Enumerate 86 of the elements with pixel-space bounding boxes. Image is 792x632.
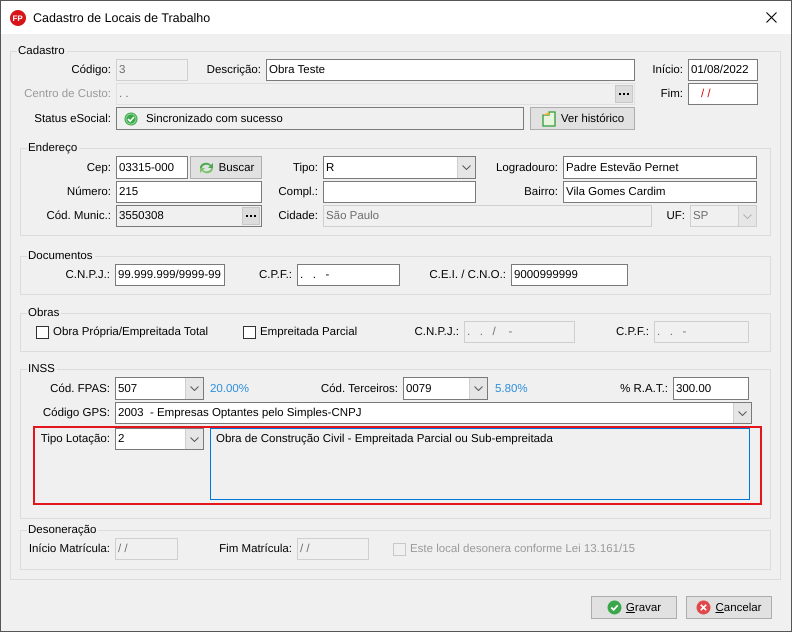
text-field[interactable]: . . - [654,321,749,343]
field-label: Cep: [86,160,112,176]
field-label: Cidade: [278,209,319,224]
field-label: Bairro: [524,185,559,200]
history-button[interactable]: Ver histórico [530,107,635,130]
text-field[interactable]: Obra Teste [266,59,635,81]
field-label: Centro de Custo: [24,87,112,102]
field-label: Logradouro: [496,160,559,176]
field-label: C.P.F.: [616,325,650,340]
group-title: INSS [27,362,56,376]
dropdown-field[interactable]: 2 [115,428,204,450]
field-label: Status eSocial: [34,112,112,126]
dropdown-field[interactable]: R [323,156,476,179]
field-label: Número: [66,185,112,200]
text-field[interactable]: / / [688,83,758,105]
text-field[interactable]: 215 [116,181,262,203]
rate-value: 5.80% [495,382,528,396]
document-icon [540,110,557,126]
text-field[interactable]: Vila Gomes Cardim [563,181,757,203]
field-label: C.P.F.: [258,268,293,283]
field-label: Compl.: [278,185,319,200]
chevron-icon [743,214,752,218]
checkbox-label: Obra Própria/Empreitada Total [53,326,208,338]
text-field[interactable]: Padre Estevão Pernet [563,156,757,179]
cancel-button[interactable]: Cancelar [686,596,772,619]
field-label: C.N.P.J.: [414,325,460,340]
field-label: Tipo Lotação: [40,432,111,447]
dropdown-field[interactable]: 2003 - Empresas Optantes pelo Simples-CNPJ [115,402,752,424]
ellipsis-button[interactable] [242,207,260,225]
search-button[interactable]: Buscar [190,156,262,179]
rate-value: 20.00% [210,382,250,396]
field-label: Início Matrícula: [28,542,111,557]
text-field[interactable]: . . - [297,264,400,286]
save-button[interactable]: Gravar [591,596,677,619]
description-box[interactable]: Obra de Construção Civil - Empreitada Parcial ou Sub-empreitada [210,428,750,500]
field-label: C.E.I. / C.N.O.: [429,268,507,283]
refresh-icon [198,160,215,174]
chevron-icon [738,410,747,416]
text-field[interactable] [323,181,476,203]
field-label: Descrição: [206,63,262,78]
checkbox-label: Empreitada Parcial [260,326,358,338]
text-field[interactable]: / / [115,538,178,560]
field-label: UF: [666,209,686,224]
chevron-icon [474,386,483,391]
check-circle-icon [606,600,622,615]
group-title: Endereço [27,141,78,155]
chevron-icon [462,165,471,170]
text-field[interactable]: 300.00 [673,377,749,400]
field-label: Início: [652,63,684,78]
group-title: Obras [27,306,60,320]
text-field[interactable]: . . / - [464,321,575,343]
app-logo: FP [10,10,26,26]
checkbox[interactable] [243,326,256,338]
field-label: Fim: [660,87,684,102]
dropdown-field[interactable]: 0079 [403,377,488,400]
text-field[interactable]: 03315-000 [116,156,188,179]
checkbox-label: Este local desonera conforme Lei 13.161/15 [410,543,636,555]
text-field[interactable]: 01/08/2022 [688,59,758,81]
field-label: Cód. Terceiros: [320,382,399,396]
group-title: Cadastro [17,44,66,58]
field-label: % R.A.T.: [620,382,669,396]
close-icon[interactable] [766,12,777,23]
text-field[interactable]: 99.999.999/9999-99 [115,264,225,286]
field-label: Cód. FPAS: [50,382,111,396]
text-field[interactable]: / / [297,538,369,560]
field-label: Fim Matrícula: [219,542,293,557]
lookup-field[interactable]: 3550308 [116,205,262,227]
checkbox[interactable] [36,326,49,338]
status-text: Sincronizado com sucesso [146,112,283,124]
chevron-icon [190,386,199,391]
cancel-circle-icon [696,600,712,615]
chevron-icon [190,436,199,442]
dropdown-field[interactable]: SP [690,205,757,227]
text-field[interactable]: 9000999999 [511,264,628,286]
field-label: Código: [71,63,112,78]
check-circle-icon [124,112,138,126]
field-label: C.N.P.J.: [65,268,111,283]
text-field[interactable]: 3 [116,59,188,81]
text-field[interactable]: São Paulo [323,205,652,227]
field-label: Tipo: [292,160,319,176]
group-title: Documentos [27,249,94,263]
window-title: Cadastro de Locais de Trabalho [33,10,212,24]
field-label: Código GPS: [42,406,111,421]
field-label: Cód. Munic.: [46,209,112,224]
dropdown-field[interactable]: 507 [115,377,204,400]
group-title: Desoneração [27,523,98,537]
